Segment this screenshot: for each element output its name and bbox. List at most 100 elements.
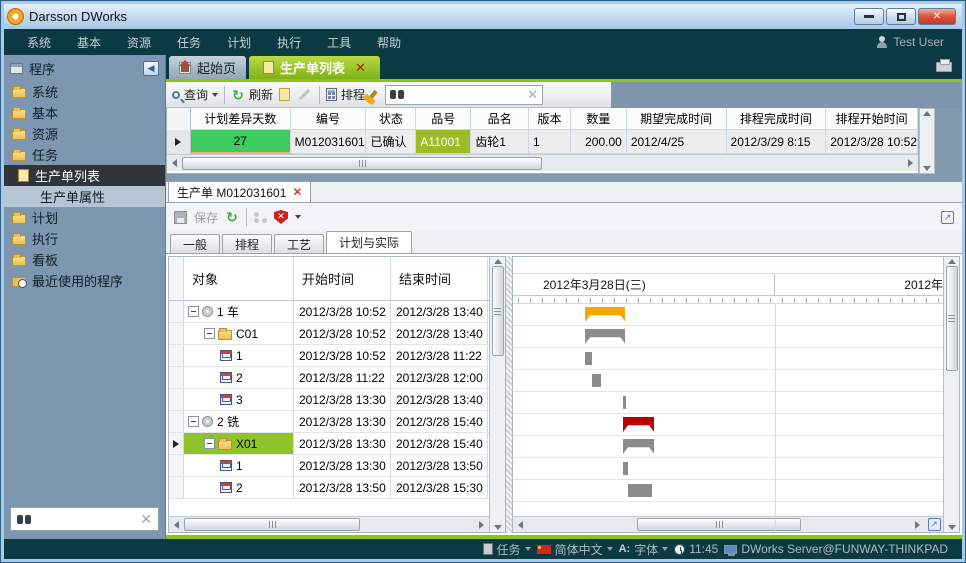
grid-col-header-2[interactable]: 状态	[366, 108, 416, 130]
gantt-bar-8[interactable]	[628, 484, 652, 497]
refresh-button[interactable]: 刷新	[231, 86, 273, 103]
gantt-hscrollbar[interactable]	[513, 517, 925, 532]
tab-production-order-list[interactable]: 生产单列表 ✕	[249, 56, 380, 79]
query-dropdown-icon[interactable]	[212, 93, 218, 97]
status-font-menu[interactable]: A: 字体	[619, 541, 669, 558]
gantt-bar-3[interactable]	[592, 374, 601, 387]
grid-col-header-0[interactable]: 计划差异天数	[191, 108, 291, 130]
tree-row-6[interactable]: X012012/3/28 13:302012/3/28 15:40	[169, 433, 489, 455]
sidebar-item-1[interactable]: 基本	[4, 102, 165, 123]
tree-expander-icon[interactable]	[204, 438, 215, 449]
sidebar-item-5[interactable]: 生产单属性	[4, 186, 165, 207]
gantt-expand-icon[interactable]: ↗	[928, 518, 941, 531]
menu-item-3[interactable]: 任务	[164, 34, 214, 51]
toolbar-search-box[interactable]: ✕	[385, 85, 543, 105]
order-grid-row[interactable]: 27M012031601已确认A11001齿轮11200.002012/4/25…	[167, 130, 918, 154]
sidebar-search-clear-icon[interactable]: ✕	[140, 511, 152, 528]
sidebar-search-box[interactable]: ✕	[10, 507, 159, 531]
language-dropdown-icon[interactable]	[607, 547, 613, 551]
tree-row-3[interactable]: 22012/3/28 11:222012/3/28 12:00	[169, 367, 489, 389]
sidebar-item-3[interactable]: 任务	[4, 144, 165, 165]
gantt-bar-1[interactable]	[585, 329, 625, 344]
tree-row-4[interactable]: 32012/3/28 13:302012/3/28 13:40	[169, 389, 489, 411]
tree-expander-icon[interactable]	[188, 306, 199, 317]
status-language-menu[interactable]: 简体中文	[537, 541, 613, 558]
tree-row-7[interactable]: 12012/3/28 13:302012/3/28 13:50	[169, 455, 489, 477]
grid-col-header-9[interactable]: 排程开始时间	[826, 108, 918, 130]
grid-col-header-4[interactable]: 品名	[471, 108, 529, 130]
sidebar-collapse-button[interactable]: ◀	[143, 61, 159, 76]
grid-col-header-3[interactable]: 品号	[416, 108, 471, 130]
gantt-bar-6[interactable]	[623, 439, 654, 454]
minimize-button[interactable]	[854, 8, 884, 25]
shield-icon[interactable]: ✕	[274, 210, 288, 224]
grid-col-header-5[interactable]: 版本	[529, 108, 571, 130]
menu-item-1[interactable]: 基本	[64, 34, 114, 51]
tree-row-0[interactable]: 1 车2012/3/28 10:522012/3/28 13:40	[169, 301, 489, 323]
gantt-bar-0[interactable]	[585, 307, 625, 322]
status-task-menu[interactable]: 任务	[483, 541, 531, 558]
tree-col-header-1[interactable]: 开始时间	[294, 257, 391, 300]
gantt-bar-2[interactable]	[585, 352, 592, 365]
tab-close-icon[interactable]: ✕	[355, 60, 366, 76]
user-area[interactable]: Test User	[876, 35, 952, 49]
shield-dropdown-icon[interactable]	[295, 215, 301, 219]
open-external-icon[interactable]: ↗	[941, 211, 954, 224]
routing-icon[interactable]	[254, 212, 267, 223]
save-button[interactable]: 保存	[194, 209, 218, 226]
tree-expander-icon[interactable]	[204, 328, 215, 339]
grid-col-header-7[interactable]: 期望完成时间	[627, 108, 727, 130]
refresh-icon[interactable]	[225, 210, 239, 224]
menu-item-4[interactable]: 计划	[214, 34, 264, 51]
broom-icon[interactable]	[368, 89, 377, 99]
sidebar-item-7[interactable]: 执行	[4, 228, 165, 249]
maximize-button[interactable]	[886, 8, 916, 25]
tree-row-2[interactable]: 12012/3/28 10:522012/3/28 11:22	[169, 345, 489, 367]
font-dropdown-icon[interactable]	[662, 547, 668, 551]
grid-vscrollbar[interactable]	[919, 108, 935, 174]
document-tab-close-icon[interactable]: ✕	[292, 185, 302, 199]
gantt-bar-4[interactable]	[623, 396, 626, 409]
sidebar-item-9[interactable]: 最近使用的程序	[4, 270, 165, 291]
subtab-1[interactable]: 排程	[222, 234, 272, 253]
subtab-3[interactable]: 计划与实际	[326, 231, 412, 253]
menu-item-6[interactable]: 工具	[314, 34, 364, 51]
tab-start-page[interactable]: 起始页	[169, 56, 246, 79]
gantt-vscrollbar[interactable]	[943, 257, 959, 532]
tree-col-header-2[interactable]: 结束时间	[391, 257, 488, 300]
tree-expander-icon[interactable]	[188, 416, 199, 427]
close-button[interactable]: ✕	[918, 8, 956, 25]
edit-button[interactable]	[299, 89, 310, 100]
menu-item-2[interactable]: 资源	[114, 34, 164, 51]
gantt-bar-7[interactable]	[623, 462, 628, 475]
subtab-2[interactable]: 工艺	[274, 234, 324, 253]
schedule-button[interactable]: 排程	[326, 86, 365, 103]
sidebar-item-8[interactable]: 看板	[4, 249, 165, 270]
toolbar-search-clear-icon[interactable]: ✕	[527, 87, 538, 103]
tree-vscrollbar[interactable]	[489, 257, 505, 532]
grid-hscroll-thumb[interactable]	[182, 157, 542, 170]
sidebar-item-0[interactable]: 系统	[4, 81, 165, 102]
menu-item-0[interactable]: 系统	[14, 34, 64, 51]
gantt-bar-5[interactable]	[623, 417, 654, 432]
subtab-0[interactable]: 一般	[170, 234, 220, 253]
tree-row-8[interactable]: 22012/3/28 13:502012/3/28 15:30	[169, 477, 489, 499]
tree-hscrollbar[interactable]	[169, 516, 489, 532]
query-button[interactable]: 查询	[172, 86, 218, 103]
tree-row-1[interactable]: C012012/3/28 10:522012/3/28 13:40	[169, 323, 489, 345]
tree-row-5[interactable]: 2 铣2012/3/28 13:302012/3/28 15:40	[169, 411, 489, 433]
grid-col-header-8[interactable]: 排程完成时间	[727, 108, 827, 130]
grid-col-header-1[interactable]: 编号	[291, 108, 367, 130]
grid-hscrollbar[interactable]	[167, 154, 918, 171]
document-tab[interactable]: 生产单 M012031601 ✕	[168, 181, 311, 202]
sidebar-item-6[interactable]: 计划	[4, 207, 165, 228]
sidebar-item-4[interactable]: 生产单列表	[4, 165, 165, 186]
menu-item-7[interactable]: 帮助	[364, 34, 414, 51]
grid-col-header-6[interactable]: 数量	[571, 108, 627, 130]
printer-icon[interactable]	[936, 62, 952, 72]
tree-col-header-0[interactable]: 对象	[184, 257, 294, 300]
new-document-button[interactable]	[279, 88, 290, 101]
sidebar-item-2[interactable]: 资源	[4, 123, 165, 144]
menu-item-5[interactable]: 执行	[264, 34, 314, 51]
task-dropdown-icon[interactable]	[525, 547, 531, 551]
